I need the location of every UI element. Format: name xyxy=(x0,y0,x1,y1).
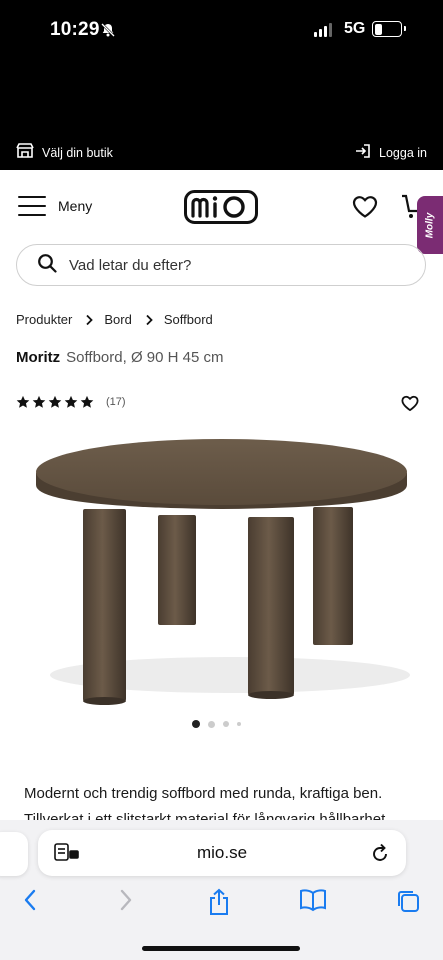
home-indicator xyxy=(142,946,300,951)
store-bar: Välj din butik Logga in xyxy=(0,138,443,170)
tabs-overview-icon[interactable] xyxy=(395,888,421,919)
product-rating[interactable]: (17) xyxy=(16,395,126,409)
store-label: Välj din butik xyxy=(42,145,113,160)
store-icon xyxy=(16,143,34,162)
reload-icon[interactable] xyxy=(370,842,390,869)
breadcrumb-item[interactable]: Soffbord xyxy=(164,312,213,327)
forward-icon[interactable] xyxy=(118,888,134,917)
menu-button[interactable]: Meny xyxy=(18,196,92,216)
review-count: (17) xyxy=(106,396,126,408)
search-icon xyxy=(37,253,57,277)
network-type: 5G xyxy=(344,20,366,37)
share-icon[interactable] xyxy=(207,888,231,921)
search-input[interactable]: Vad letar du efter? xyxy=(16,244,426,286)
carousel-dot[interactable] xyxy=(192,720,200,728)
rating-stars xyxy=(16,395,94,409)
battery-icon xyxy=(372,21,406,37)
breadcrumb: Produkter Bord Soffbord xyxy=(16,312,213,327)
image-carousel-dots[interactable] xyxy=(192,720,241,728)
product-heart-icon[interactable] xyxy=(401,395,419,417)
search-placeholder: Vad letar du efter? xyxy=(69,256,192,274)
carousel-dot[interactable] xyxy=(237,722,241,726)
breadcrumb-item[interactable]: Produkter xyxy=(16,312,72,327)
star-icon xyxy=(32,395,46,409)
product-subtitle: Soffbord, Ø 90 H 45 cm xyxy=(66,349,224,366)
description-line: Modernt och trendig soffbord med runda, … xyxy=(24,785,383,802)
status-time: 10:29 xyxy=(50,19,100,40)
browser-toolbar xyxy=(0,888,443,918)
bell-slash-icon xyxy=(100,22,116,43)
star-icon xyxy=(16,395,30,409)
star-icon xyxy=(80,395,94,409)
login-label: Logga in xyxy=(379,145,427,160)
login-link[interactable]: Logga in xyxy=(355,143,427,162)
bookmarks-icon[interactable] xyxy=(299,888,327,917)
star-icon xyxy=(64,395,78,409)
carousel-dot[interactable] xyxy=(223,721,229,727)
login-icon xyxy=(355,143,371,162)
signal-icon xyxy=(314,23,332,37)
star-icon xyxy=(48,395,62,409)
site-header: Meny xyxy=(0,170,443,244)
menu-label: Meny xyxy=(58,198,93,214)
status-bar: 10:29 5G xyxy=(0,0,443,138)
url-text: mio.se xyxy=(196,843,248,862)
mio-logo[interactable] xyxy=(184,190,258,229)
chevron-right-icon xyxy=(145,314,153,326)
carousel-dot[interactable] xyxy=(208,720,215,728)
menu-icon xyxy=(18,196,46,216)
wishlist-heart-icon[interactable] xyxy=(352,195,378,224)
breadcrumb-item[interactable]: Bord xyxy=(104,312,131,327)
product-title: Moritz Soffbord, Ø 90 H 45 cm xyxy=(16,349,223,366)
previous-tab-preview[interactable] xyxy=(0,832,28,876)
chevron-right-icon xyxy=(85,314,94,326)
choose-store-link[interactable]: Välj din butik xyxy=(16,143,113,162)
back-icon[interactable] xyxy=(22,888,38,917)
molly-chat-tab[interactable]: Molly xyxy=(417,196,443,254)
product-brand: Moritz xyxy=(16,349,61,366)
product-image[interactable] xyxy=(0,425,443,715)
browser-bottom-bar: mio.se xyxy=(0,820,443,960)
address-bar[interactable]: mio.se xyxy=(38,830,406,876)
